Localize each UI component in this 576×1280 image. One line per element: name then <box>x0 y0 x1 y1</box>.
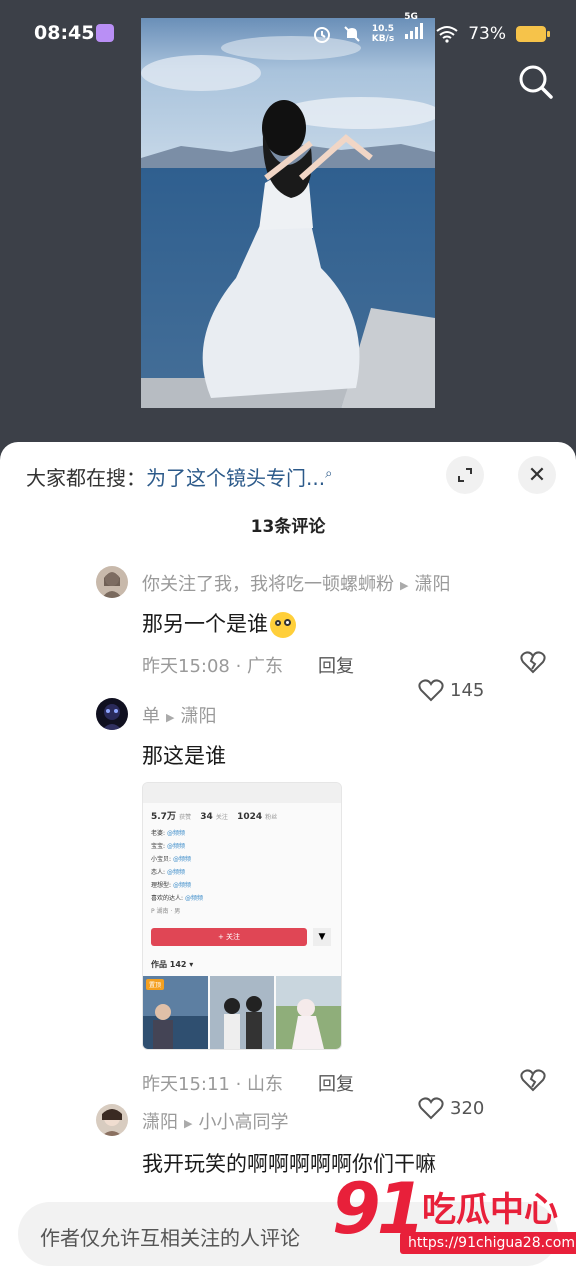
embed-stats: 5.7万 获赞 34 关注 1024 粉丝 <box>151 809 283 822</box>
embed-bio-row: 老婆: @频频 <box>151 830 185 837</box>
status-time: 08:45 <box>34 22 95 44</box>
broken-heart-icon <box>520 651 546 674</box>
trending-search[interactable]: 大家都在搜：为了这个镜头专门...⌕ <box>26 462 332 491</box>
comments-sheet: 大家都在搜：为了这个镜头专门...⌕ ✕ 13条评论 你关注了我，我将吃一顿螺蛳… <box>0 442 576 1280</box>
embed-bio: 老婆: @频频 宝宝: @频频 小宝贝: @频频 恋人: @频频 理想型: @频… <box>151 827 203 918</box>
net-speed-unit: KB/s <box>371 33 395 44</box>
reply-arrow-icon: ▶ <box>184 1116 193 1130</box>
reply-button[interactable]: 回复 <box>318 1070 354 1096</box>
reply-arrow-icon: ▶ <box>166 710 175 724</box>
embed-location-chip: P 湖南 · 男 <box>151 908 181 915</box>
comment-meta: 你关注了我，我将吃一顿螺蛳粉 ▶ 潇阳 <box>142 570 450 596</box>
comment-text: 那这是谁 <box>142 744 226 768</box>
net-speed-value: 10.5 <box>371 23 395 34</box>
embed-header <box>143 783 341 803</box>
signal-group: 5G <box>404 12 426 45</box>
close-icon: ✕ <box>527 462 547 488</box>
expand-icon <box>458 468 472 482</box>
video-area[interactable]: 08:45 10.5 KB/s 5G 73% <box>0 0 576 460</box>
battery-icon <box>516 25 550 42</box>
reply-target[interactable]: 潇阳 <box>414 574 450 595</box>
trending-search-prefix: 大家都在搜： <box>26 466 146 490</box>
embed-follow-button: + 关注 <box>151 928 307 946</box>
alarm-icon <box>313 26 330 43</box>
embed-bio-row: 恋人: @频频 <box>151 869 185 876</box>
reply-target[interactable]: 小小高同学 <box>198 1112 288 1133</box>
comment-footer: 昨天15:11 · 山东 回复 320 <box>142 1068 552 1120</box>
avatar[interactable] <box>96 566 128 598</box>
comment-meta: 单 ▶ 潇阳 <box>142 702 216 728</box>
embed-bio-row: 小宝贝: @频频 <box>151 856 191 863</box>
battery-percent: 73% <box>468 23 506 44</box>
comment-image[interactable]: 5.7万 获赞 34 关注 1024 粉丝 老婆: @频频 宝宝: @频频 小宝… <box>142 782 342 1050</box>
broken-heart-icon <box>520 1069 546 1092</box>
embed-thumb-tag: 置顶 <box>146 979 165 990</box>
status-indicators: 10.5 KB/s 5G 73% <box>312 12 550 45</box>
embed-following-label: 关注 <box>215 814 228 821</box>
embed-fans-count: 1024 <box>237 812 263 822</box>
comment-author[interactable]: 潇阳 <box>142 1112 178 1133</box>
embed-thumbnail <box>209 976 275 1049</box>
comment-time-location: 昨天15:08 · 广东 <box>142 656 284 677</box>
comment-author[interactable]: 单 <box>142 706 160 727</box>
watermark-url: https://91chigua28.com <box>400 1232 576 1254</box>
embed-works-label: 作品 142 ▾ <box>151 960 194 969</box>
wifi-icon <box>436 25 458 43</box>
embed-thumbnail: 置顶 <box>143 976 208 1049</box>
network-type: 5G <box>404 12 418 22</box>
smirk-emoji-icon <box>270 612 296 638</box>
notification-app-icon <box>96 24 114 42</box>
embed-bio-row: 宝宝: @频频 <box>151 843 185 850</box>
expand-button[interactable] <box>446 456 484 494</box>
mute-icon <box>344 25 360 42</box>
comment-item: 单 ▶ 潇阳 那这是谁 5.7万 获赞 34 关注 1024 粉丝 老婆: @频频 … <box>96 698 556 1120</box>
close-button[interactable]: ✕ <box>518 456 556 494</box>
embed-more-icon: ▼ <box>313 928 331 946</box>
comment-meta: 潇阳 ▶ 小小高同学 <box>142 1108 288 1134</box>
dislike-button[interactable] <box>520 1068 546 1097</box>
embed-thumbnails: 置顶 <box>143 976 341 1049</box>
comment-text-value: 那另一个是谁 <box>142 612 268 636</box>
embed-likes-label: 获赞 <box>179 814 192 821</box>
watermark-title: 吃瓜中心 <box>422 1190 558 1230</box>
trending-search-query[interactable]: 为了这个镜头专门... <box>146 466 325 490</box>
signal-icon <box>405 23 424 39</box>
comment-time-location: 昨天15:11 · 山东 <box>142 1074 284 1095</box>
comment-item: 你关注了我，我将吃一顿螺蛳粉 ▶ 潇阳 那另一个是谁 昨天15:08 · 广东 回复… <box>96 564 556 702</box>
search-button[interactable] <box>516 62 556 102</box>
small-search-icon: ⌕ <box>325 466 333 482</box>
embed-bio-row: 理想型: @频频 <box>151 882 191 889</box>
video-frame[interactable] <box>141 18 435 408</box>
comment-text: 那另一个是谁 <box>142 608 296 638</box>
reply-button[interactable]: 回复 <box>318 652 354 678</box>
embed-fans-label: 粉丝 <box>265 814 278 821</box>
search-icon <box>519 65 553 99</box>
avatar[interactable] <box>96 698 128 730</box>
embed-following-count: 34 <box>200 812 213 822</box>
embed-bio-row: 喜欢的达人: @频频 <box>151 895 203 902</box>
dislike-button[interactable] <box>520 650 546 679</box>
net-speed: 10.5 KB/s <box>372 24 394 44</box>
comment-footer: 昨天15:08 · 广东 回复 145 <box>142 650 552 702</box>
embed-likes-count: 5.7万 <box>151 812 176 822</box>
comment-author[interactable]: 你关注了我，我将吃一顿螺蛳粉 <box>142 574 394 595</box>
watermark-logo: 91 吃瓜中心 https://91chigua28.com <box>332 1168 576 1280</box>
reply-arrow-icon: ▶ <box>400 578 409 592</box>
status-bar: 08:45 10.5 KB/s 5G 73% <box>0 0 576 66</box>
comment-count: 13条评论 <box>250 517 326 537</box>
comment-input-placeholder: 作者仅允许互相关注的人评论 <box>40 1226 300 1250</box>
avatar[interactable] <box>96 1104 128 1136</box>
reply-target[interactable]: 潇阳 <box>180 706 216 727</box>
embed-thumbnail <box>276 976 341 1049</box>
